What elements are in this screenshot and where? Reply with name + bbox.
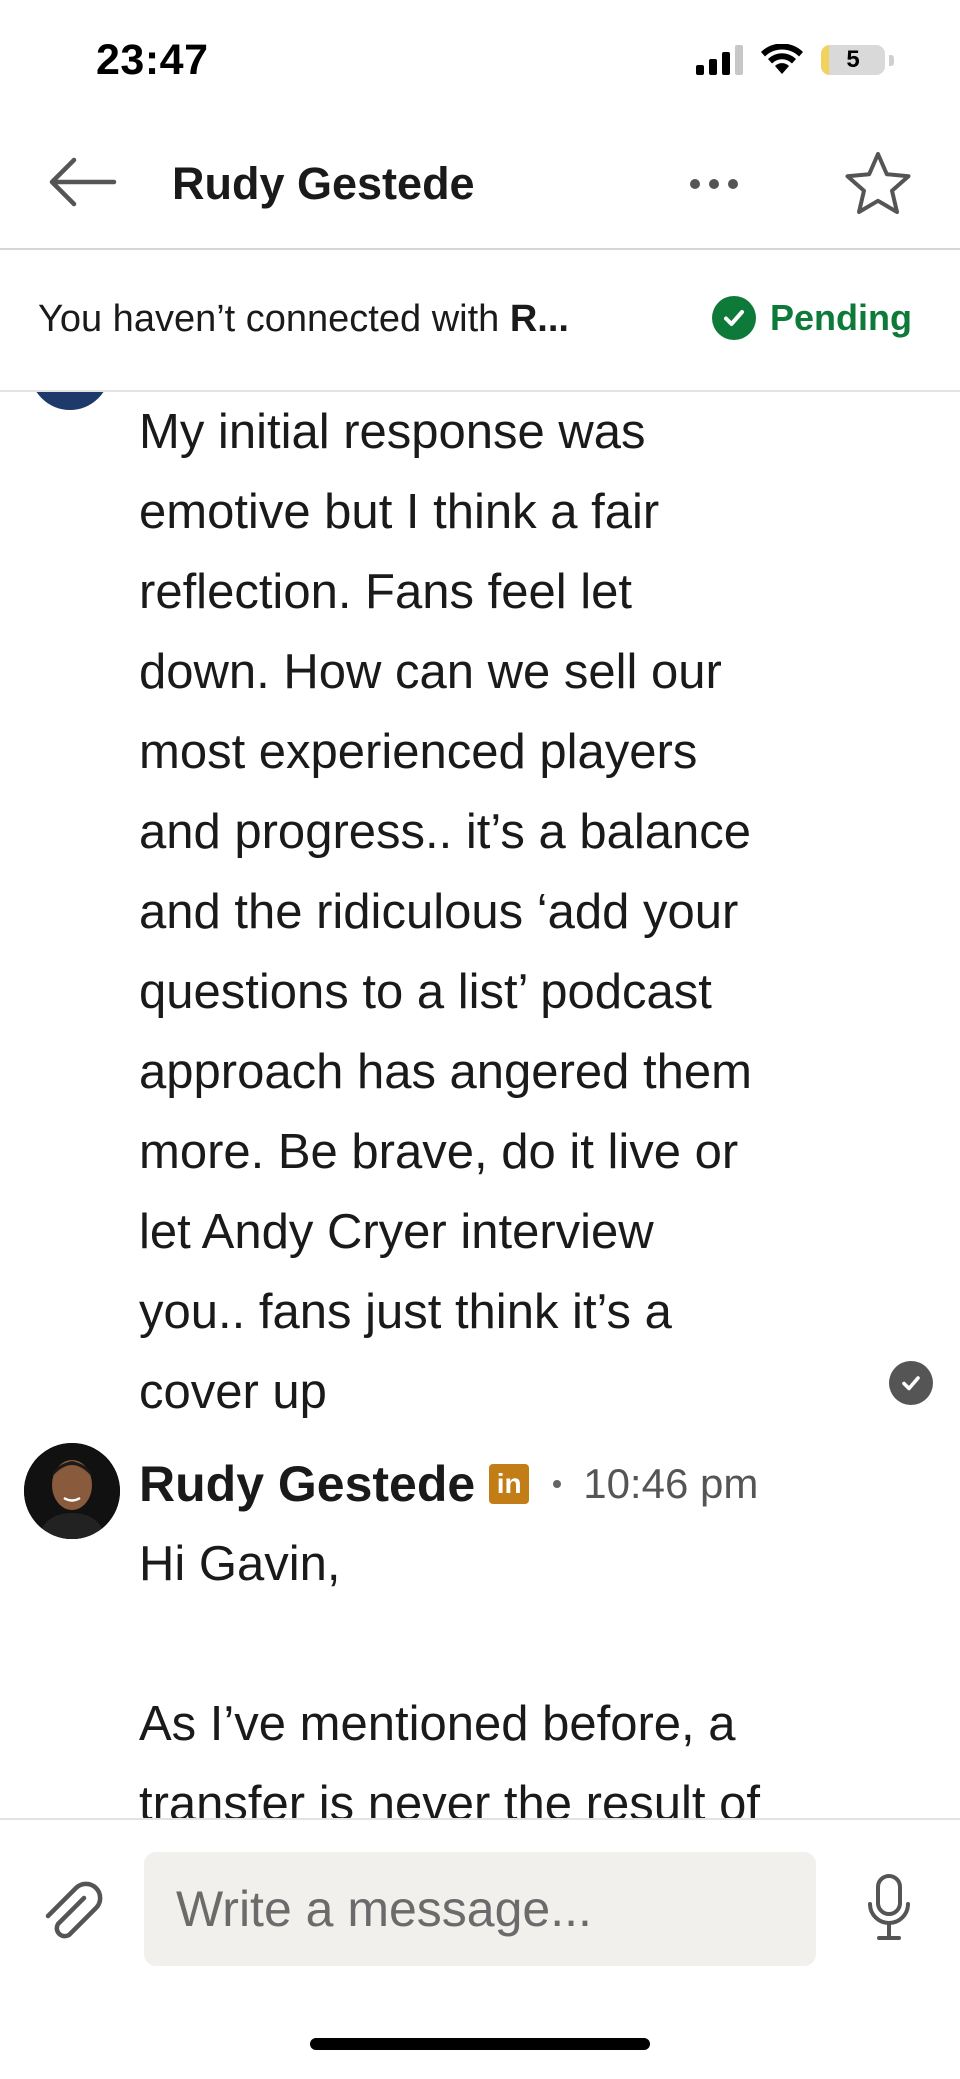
message-sender-row: Rudy Gestede in 10:46 pm: [139, 1444, 758, 1524]
connection-banner-text: You haven’t connected with R...: [38, 298, 569, 340]
banner-name: R...: [509, 298, 569, 340]
conversation-header: Rudy Gestede: [0, 120, 960, 250]
sender-avatar[interactable]: [24, 1443, 120, 1539]
star-button[interactable]: [838, 144, 918, 224]
status-time: 23:47: [96, 36, 209, 84]
wifi-icon: [761, 44, 803, 74]
status-icons: 5: [696, 44, 894, 76]
arrow-left-icon: [49, 157, 117, 207]
back-button[interactable]: [44, 150, 120, 214]
more-horizontal-icon: [690, 179, 700, 189]
home-indicator[interactable]: [310, 2038, 650, 2050]
message-text: Hi Gavin, As I’ve mentioned before, a tr…: [139, 1537, 760, 1818]
message-list[interactable]: My initial response was emotive but I th…: [0, 392, 960, 1818]
connection-banner: You haven’t connected with R... Pending: [0, 250, 960, 392]
message-text: My initial response was emotive but I th…: [139, 405, 752, 1419]
sender-name[interactable]: Rudy Gestede: [139, 1455, 475, 1513]
messaging-screen: 23:47 5 Rudy Gestede You haven’t connect…: [0, 0, 960, 2079]
message-composer: [0, 1818, 960, 2079]
read-receipt-check-icon: [889, 1361, 933, 1405]
star-outline-icon: [845, 152, 911, 214]
more-options-button[interactable]: [676, 160, 752, 208]
microphone-button[interactable]: [864, 1872, 914, 1944]
battery-icon: 5: [821, 45, 885, 75]
cellular-signal-icon: [696, 45, 743, 75]
pending-status[interactable]: Pending: [712, 296, 912, 340]
dot-separator: [553, 1480, 562, 1488]
battery-nub: [889, 54, 894, 66]
microphone-icon: [868, 1874, 910, 1940]
attach-button[interactable]: [36, 1876, 108, 1948]
check-circle-icon: [712, 296, 756, 340]
avatar[interactable]: [30, 392, 110, 410]
status-bar: 23:47 5: [0, 0, 960, 120]
conversation-title[interactable]: Rudy Gestede: [172, 158, 475, 210]
linkedin-badge-icon: in: [489, 1464, 530, 1504]
battery-level: 5: [846, 46, 860, 73]
message-timestamp: 10:46 pm: [583, 1460, 759, 1507]
message-input[interactable]: [144, 1852, 816, 1966]
paperclip-icon: [45, 1881, 103, 1939]
pending-label: Pending: [770, 297, 912, 338]
